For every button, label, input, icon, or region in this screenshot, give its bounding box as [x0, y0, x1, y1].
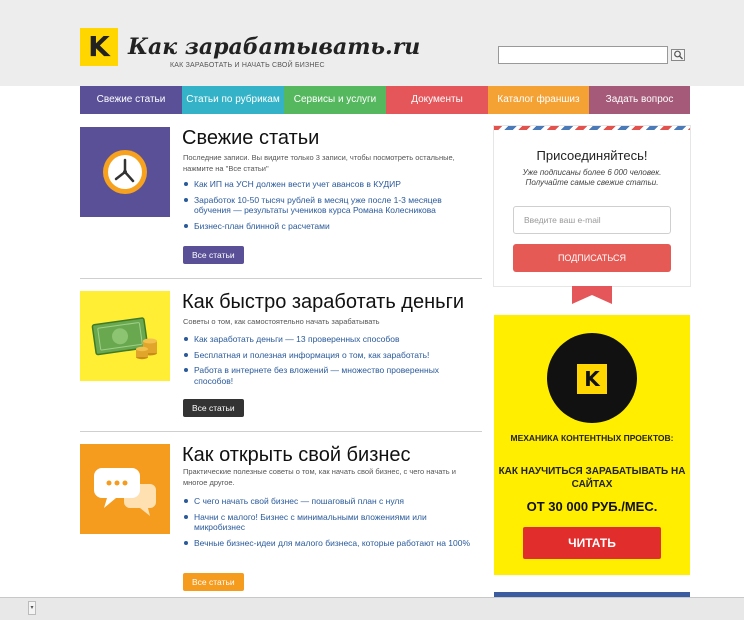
dropdown-toggle[interactable]: ▾: [28, 601, 36, 615]
article-link[interactable]: Начни с малого! Бизнес с минимальными вл…: [183, 512, 473, 533]
subscribe-widget: Присоединяйтесь! Уже подписаны более 6 0…: [494, 126, 690, 286]
all-articles-button[interactable]: Все статьи: [183, 246, 244, 264]
article-link[interactable]: Работа в интернете без вложений — множес…: [183, 365, 473, 386]
divider: [80, 278, 482, 279]
clock-icon: [80, 127, 170, 217]
ribbon-icon: [572, 286, 612, 304]
section-description: Последние записи. Вы видите только 3 зап…: [183, 153, 455, 173]
email-field[interactable]: [513, 206, 671, 234]
article-list: Как заработать деньги — 13 проверенных с…: [183, 334, 473, 391]
nav-item-fresh-articles[interactable]: Свежие статьи: [80, 86, 182, 114]
nav-item-articles-by-rubric[interactable]: Статьи по рубрикам: [182, 86, 284, 114]
money-icon: [80, 291, 170, 381]
section-description: Советы о том, как самостоятельно начать …: [183, 317, 380, 326]
chat-bubble-icon: [80, 444, 170, 534]
ad-income: ОТ 30 000 РУБ./МЕС.: [526, 499, 658, 514]
all-articles-button[interactable]: Все статьи: [183, 573, 244, 591]
article-link[interactable]: Вечные бизнес-идеи для малого бизнеса, к…: [183, 538, 473, 549]
ad-logo-circle: K: [547, 333, 637, 423]
read-button[interactable]: ЧИТАТЬ: [523, 527, 661, 559]
article-list: С чего начать свой бизнес — пошаговый пл…: [183, 496, 473, 553]
article-link[interactable]: Как заработать деньги — 13 проверенных с…: [183, 334, 473, 345]
divider: [80, 431, 482, 432]
all-articles-button[interactable]: Все статьи: [183, 399, 244, 417]
section-title: Как открыть свой бизнес: [182, 444, 411, 466]
article-link[interactable]: Заработок 10-50 тысяч рублей в месяц уже…: [183, 195, 473, 216]
search-button[interactable]: [671, 49, 685, 61]
article-link[interactable]: Бизнес-план блинной с расчетами: [183, 221, 473, 232]
nav-item-franchise-catalog[interactable]: Каталог франшиз: [488, 86, 589, 114]
bottom-bar: ▾: [0, 597, 744, 620]
ad-logo-letter: K: [577, 364, 607, 394]
article-link[interactable]: Как ИП на УСН должен вести учет авансов …: [183, 179, 473, 190]
subscribe-text: Уже подписаны более 6 000 человек. Получ…: [522, 168, 662, 187]
section-title: Свежие статьи: [182, 127, 320, 149]
logo-letter: K: [88, 30, 110, 63]
subscribe-title: Присоединяйтесь!: [536, 148, 648, 163]
ad-headline: МЕХАНИКА КОНТЕНТНЫХ ПРОЕКТОВ:: [510, 433, 674, 443]
nav-item-documents[interactable]: Документы: [386, 86, 488, 114]
site-header: K Как зарабатывать.ru КАК ЗАРАБОТАТЬ И Н…: [0, 0, 744, 86]
airmail-border: [494, 126, 690, 130]
article-list: Как ИП на УСН должен вести учет авансов …: [183, 179, 473, 236]
article-link[interactable]: С чего начать свой бизнес — пошаговый пл…: [183, 496, 473, 507]
nav-item-services[interactable]: Сервисы и услуги: [284, 86, 386, 114]
logo-icon[interactable]: K: [80, 28, 118, 66]
section-description: Практические полезные советы о том, как …: [183, 467, 456, 487]
search-icon: [674, 50, 683, 60]
subscribe-button[interactable]: ПОДПИСАТЬСЯ: [513, 244, 671, 272]
ad-subheadline: КАК НАУЧИТЬСЯ ЗАРАБАТЫВАТЬ НА САЙТАХ: [498, 466, 686, 490]
main-nav: Свежие статьи Статьи по рубрикам Сервисы…: [80, 86, 690, 114]
site-subtitle: КАК ЗАРАБОТАТЬ И НАЧАТЬ СВОЙ БИЗНЕС: [170, 62, 325, 69]
nav-item-ask-question[interactable]: Задать вопрос: [589, 86, 690, 114]
article-link[interactable]: Бесплатная и полезная информация о том, …: [183, 350, 473, 361]
site-title[interactable]: Как зарабатывать.ru: [128, 34, 420, 60]
section-title: Как быстро заработать деньги: [182, 291, 465, 313]
ad-banner[interactable]: K МЕХАНИКА КОНТЕНТНЫХ ПРОЕКТОВ: КАК НАУЧ…: [494, 315, 690, 575]
search-input[interactable]: [498, 46, 668, 64]
